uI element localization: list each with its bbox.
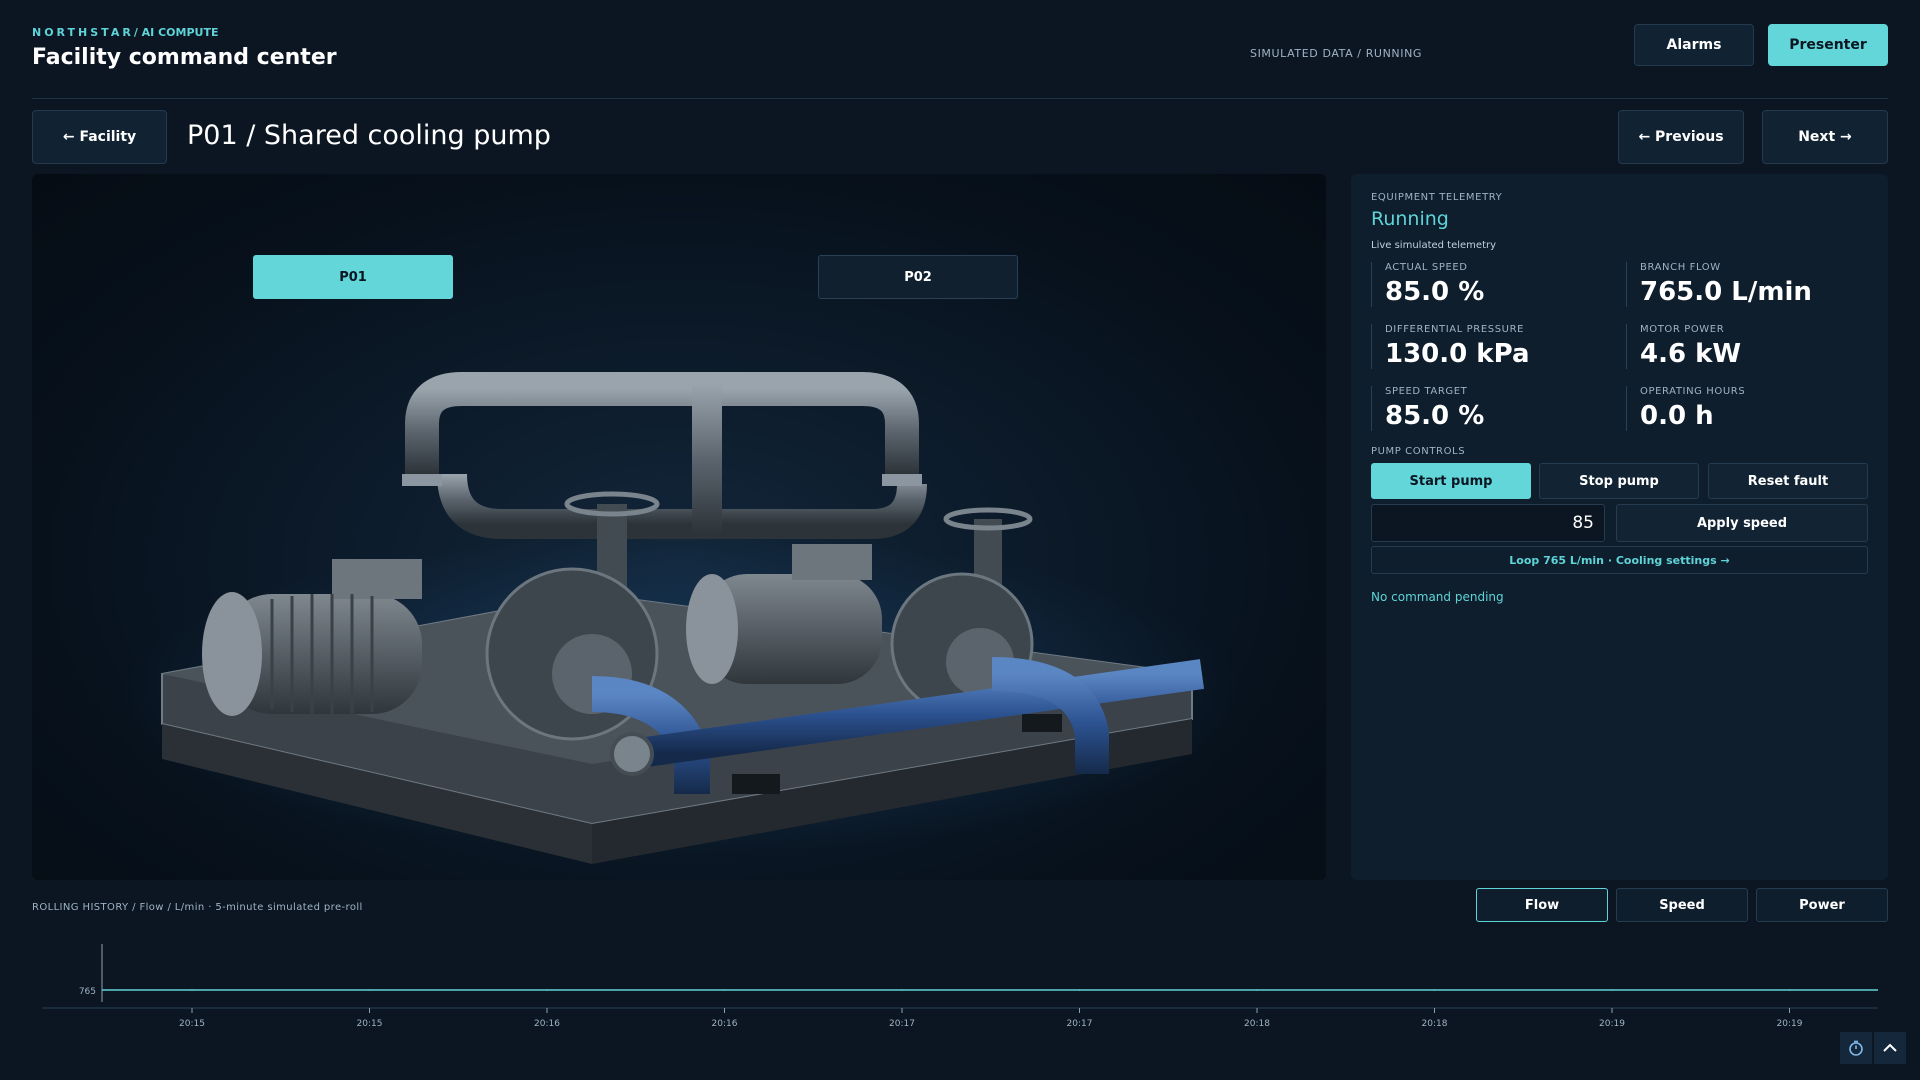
metric-actual-speed: ACTUAL SPEED 85.0 % (1371, 262, 1611, 307)
metric-value: 4.6 kW (1640, 339, 1742, 369)
alarms-button[interactable]: Alarms (1634, 24, 1754, 66)
metric-label: ACTUAL SPEED (1385, 262, 1468, 273)
collapse-button[interactable] (1874, 1032, 1906, 1064)
flow-data-point (723, 989, 726, 991)
stop-pump-button[interactable]: Stop pump (1539, 463, 1699, 499)
next-button[interactable]: Next → (1762, 110, 1888, 164)
metric-speed-target: SPEED TARGET 85.0 % (1371, 386, 1611, 431)
stopwatch-icon (1849, 1040, 1863, 1056)
x-tick-label: 20:15 (179, 1019, 205, 1029)
flow-data-point (1788, 989, 1791, 991)
x-tick-label: 20:18 (1422, 1019, 1448, 1029)
equipment-viewer[interactable]: P01 P02 (32, 174, 1326, 880)
pump-state: Running (1371, 208, 1449, 230)
apply-speed-button[interactable]: Apply speed (1616, 504, 1868, 542)
brand-tail: / AI COMPUTE (133, 26, 219, 39)
telemetry-panel: EQUIPMENT TELEMETRY Running Live simulat… (1351, 174, 1888, 880)
tab-power[interactable]: Power (1756, 888, 1888, 922)
metric-value: 130.0 kPa (1385, 339, 1530, 369)
metric-value: 85.0 % (1385, 277, 1485, 307)
presenter-button[interactable]: Presenter (1768, 24, 1888, 66)
tab-flow[interactable]: Flow (1476, 888, 1608, 922)
metric-motor-power: MOTOR POWER 4.6 kW (1626, 324, 1866, 369)
command-status: No command pending (1371, 590, 1504, 604)
chevron-up-icon (1883, 1043, 1897, 1052)
history-label: ROLLING HISTORY / Flow / L/min · 5-minut… (32, 902, 363, 913)
reset-fault-button[interactable]: Reset fault (1708, 463, 1868, 499)
metric-label: BRANCH FLOW (1640, 262, 1721, 273)
brand-kicker: NORTHSTAR/ AI COMPUTE (32, 26, 337, 39)
back-to-facility-button[interactable]: ← Facility (32, 110, 167, 164)
metric-value: 765.0 L/min (1640, 277, 1812, 307)
x-tick-label: 20:18 (1244, 1019, 1270, 1029)
cooling-settings-link[interactable]: Loop 765 L/min · Cooling settings → (1371, 546, 1868, 574)
flow-data-point (191, 989, 193, 991)
metric-operating-hours: OPERATING HOURS 0.0 h (1626, 386, 1866, 431)
page-title: P01 / Shared cooling pump (187, 120, 551, 151)
telemetry-section-title: EQUIPMENT TELEMETRY (1371, 192, 1503, 203)
previous-button[interactable]: ← Previous (1618, 110, 1744, 164)
pump-controls-title: PUMP CONTROLS (1371, 446, 1466, 457)
header-divider (32, 98, 1888, 99)
x-tick-label: 20:16 (534, 1019, 560, 1029)
metric-branch-flow: BRANCH FLOW 765.0 L/min (1626, 262, 1866, 307)
x-tick-label: 20:15 (357, 1019, 383, 1029)
simulation-status: SIMULATED DATA / RUNNING (1250, 47, 1423, 60)
x-tick-label: 20:17 (889, 1019, 915, 1029)
metric-value: 85.0 % (1385, 401, 1485, 431)
metric-value: 0.0 h (1640, 401, 1714, 431)
tab-speed[interactable]: Speed (1616, 888, 1748, 922)
flow-data-point (546, 989, 548, 991)
start-pump-button[interactable]: Start pump (1371, 463, 1531, 499)
history-chart: 765 20:15 20:15 20:16 20:16 20:17 20:17 20:18 20… (42, 944, 1878, 1029)
metric-differential-pressure: DIFFERENTIAL PRESSURE 130.0 kPa (1371, 324, 1611, 369)
app-title: Facility command center (32, 45, 337, 70)
metric-label: OPERATING HOURS (1640, 386, 1746, 397)
timer-button[interactable] (1840, 1032, 1872, 1064)
flow-data-point (1433, 989, 1436, 991)
flow-data-point (1078, 989, 1081, 991)
flow-data-point (1256, 989, 1258, 991)
flow-data-point (1611, 989, 1613, 991)
x-tick-label: 20:19 (1599, 1019, 1625, 1029)
metric-label: DIFFERENTIAL PRESSURE (1385, 324, 1525, 335)
brand-name: NORTHSTAR (32, 26, 134, 39)
x-tick-label: 20:19 (1777, 1019, 1803, 1029)
flow-data-point (901, 989, 903, 991)
brand: NORTHSTAR/ AI COMPUTE Facility command c… (32, 26, 337, 70)
metric-label: SPEED TARGET (1385, 386, 1468, 397)
pump-tag-p02[interactable]: P02 (818, 255, 1018, 299)
metric-label: MOTOR POWER (1640, 324, 1725, 335)
x-tick-label: 20:17 (1067, 1019, 1093, 1029)
telemetry-subtitle: Live simulated telemetry (1371, 240, 1497, 251)
flow-data-point (368, 989, 371, 991)
speed-setpoint-input[interactable] (1371, 504, 1605, 542)
pump-skid-illustration (122, 372, 1242, 864)
x-tick-label: 20:16 (712, 1019, 738, 1029)
y-tick-label: 765 (79, 987, 96, 997)
pump-tag-p01[interactable]: P01 (253, 255, 453, 299)
